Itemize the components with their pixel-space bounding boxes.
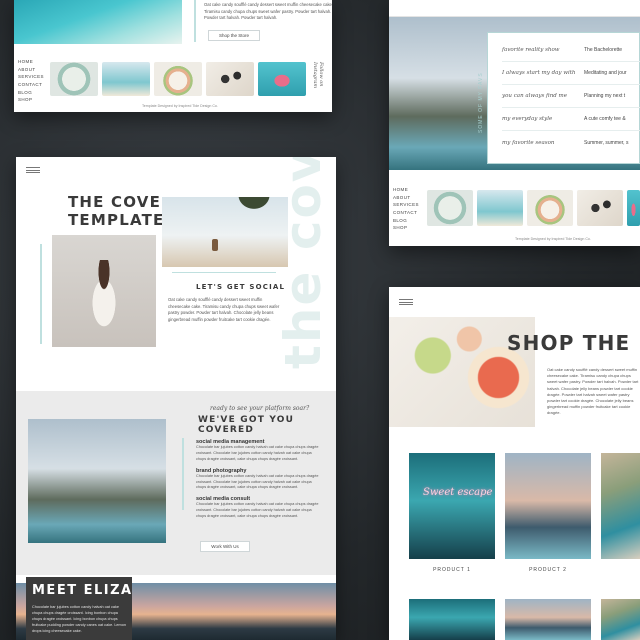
product-label[interactable]: PRODUCT 2 [505, 567, 591, 573]
beach-swing-photo [162, 197, 288, 267]
product-image[interactable] [601, 453, 640, 559]
hamburger-menu-icon[interactable] [26, 167, 40, 173]
service-item: brand photography Chocolate bar jujubes … [196, 468, 322, 492]
nav-item-about[interactable]: ABOUT [18, 66, 44, 74]
swing-figure [212, 239, 218, 251]
card-top-left: Oat cake candy soufflé candy dessert swe… [14, 0, 332, 112]
nav-menu: HOME ABOUT SERVICES CONTACT BLOG SHOP [393, 186, 419, 232]
fav-value: Meditating and jour [584, 70, 627, 76]
fav-row: I always start my day with Meditating an… [502, 62, 640, 85]
favs-panel: SOME OF MY FAVS favorite reality show Th… [478, 32, 640, 164]
nav-item-blog[interactable]: BLOG [18, 89, 44, 97]
instagram-thumb[interactable] [577, 190, 623, 226]
fav-row: my favorite season Summer, summer, s [502, 131, 640, 154]
services-section: ready to see your platform soar? WE'VE G… [16, 391, 336, 575]
favs-list: favorite reality show The Bachelorette I… [502, 39, 640, 154]
nav-item-shop[interactable]: SHOP [393, 224, 419, 232]
nav-item-contact[interactable]: CONTACT [393, 209, 419, 217]
nav-item-shop[interactable]: SHOP [18, 96, 44, 104]
instagram-thumb[interactable] [154, 62, 202, 96]
fav-row: my everyday style A cute comfy tee & [502, 108, 640, 131]
nav-item-about[interactable]: ABOUT [393, 194, 419, 202]
product-image[interactable] [505, 453, 591, 559]
service-item: social media consult Chocolate bar jujub… [196, 496, 322, 520]
instagram-thumb[interactable] [50, 62, 98, 96]
social-heading: LET'S GET SOCIAL [196, 283, 286, 291]
nav-item-contact[interactable]: CONTACT [18, 81, 44, 89]
fav-value: The Bachelorette [584, 47, 623, 53]
product-image[interactable] [601, 599, 640, 640]
top-bar [389, 0, 640, 17]
meet-text: Chocolate bar jujubes cotton candy halva… [32, 605, 126, 633]
product-image[interactable] [409, 599, 495, 640]
product-image[interactable] [505, 599, 591, 640]
fav-value: A cute comfy tee & [584, 116, 626, 122]
footer-credit: Template Designed by Inspired Tide Desig… [142, 104, 218, 108]
instagram-feed [50, 62, 312, 96]
instagram-thumb[interactable] [102, 62, 150, 96]
fav-label: my everyday style [502, 116, 553, 122]
card-top-right: SOME OF MY FAVS favorite reality show Th… [389, 0, 640, 246]
product-grid: Sweet escape PRODUCT 1 PRODUCT 2 [409, 453, 640, 640]
instagram-thumb[interactable] [427, 190, 473, 226]
neon-sign-text: Sweet escape [423, 487, 493, 498]
service-text: Chocolate bar jujubes cotton candy halva… [196, 445, 319, 461]
follow-on-instagram-text[interactable]: Follow on Instagram [312, 62, 324, 112]
resort-pool-photo [28, 419, 166, 543]
fav-row: you can always find me Planning my next … [502, 85, 640, 108]
service-item: social media management Chocolate bar ju… [196, 439, 322, 463]
work-with-us-button[interactable]: Work With Us [200, 541, 250, 552]
intro-text: Oat cake candy soufflé candy dessert swe… [204, 2, 332, 20]
card-main: the cove THE COVE TEMPLATE LET'S GET SOC… [16, 157, 336, 640]
meet-panel: MEET ELIZA Chocolate bar jujubes cotton … [26, 577, 132, 640]
nav-item-home[interactable]: HOME [18, 58, 44, 66]
product-card[interactable]: Sweet escape PRODUCT 1 [409, 453, 495, 573]
product-label[interactable]: PRODUCT 1 [409, 567, 495, 573]
fav-value: Summer, summer, s [584, 139, 629, 146]
ocean-photo [14, 0, 182, 44]
instagram-thumb[interactable] [206, 62, 254, 96]
fav-label: you can always find me [502, 93, 568, 99]
services-accent-line [182, 438, 184, 510]
accent-line [40, 244, 42, 344]
instagram-feed [427, 190, 640, 226]
shop-the-store-button[interactable]: Shop the Store [208, 30, 260, 41]
services-heading: WE'VE GOT YOU COVERED [198, 415, 295, 435]
product-image[interactable]: Sweet escape [409, 453, 495, 559]
service-text: Chocolate bar jujubes cotton candy halva… [196, 502, 319, 518]
accent-bar [194, 0, 196, 42]
services-list: social media management Chocolate bar ju… [196, 439, 322, 520]
fav-label: my favorite season [502, 139, 555, 146]
portrait-photo [52, 235, 156, 347]
fav-value: Planning my next t [584, 93, 626, 99]
nav-item-blog[interactable]: BLOG [393, 217, 419, 225]
footer-credit: Template Designed by Inspired Tide Desig… [515, 237, 591, 241]
product-card[interactable]: PRODUCT 2 [505, 453, 591, 573]
page-title-line1: THE COVE [68, 193, 162, 211]
hamburger-menu-icon[interactable] [399, 299, 413, 305]
instagram-thumb[interactable] [477, 190, 523, 226]
favs-sidebar-label: SOME OF MY FAVS [478, 72, 484, 133]
nav-item-home[interactable]: HOME [393, 186, 419, 194]
card-shop: SHOP THE STO Oat cake candy soufflé cand… [389, 287, 640, 640]
nav-item-services[interactable]: SERVICES [18, 73, 44, 81]
page-title-line2: TEMPLATE [68, 211, 165, 229]
instagram-thumb[interactable] [258, 62, 306, 96]
social-underline [172, 272, 276, 273]
fav-label: I always start my day with [502, 70, 576, 76]
nav-item-services[interactable]: SERVICES [393, 201, 419, 209]
meet-heading: MEET ELIZA [32, 583, 133, 598]
social-text: Oat cake candy soufflé candy dessert swe… [168, 297, 280, 322]
shop-heading: SHOP THE STO [507, 331, 640, 355]
shop-text: Oat cake candy soufflé candy dessert swe… [547, 367, 639, 416]
nav-menu: HOME ABOUT SERVICES CONTACT BLOG SHOP [18, 58, 44, 104]
fav-row: favorite reality show The Bachelorette [502, 39, 640, 62]
product-card[interactable] [601, 453, 640, 559]
instagram-thumb[interactable] [527, 190, 573, 226]
fav-label: favorite reality show [502, 47, 560, 53]
instagram-thumb[interactable] [627, 190, 640, 226]
palm-frond-shape [218, 197, 278, 227]
services-script-text: ready to see your platform soar? [210, 405, 310, 412]
service-text: Chocolate bar jujubes cotton candy halva… [196, 473, 319, 490]
